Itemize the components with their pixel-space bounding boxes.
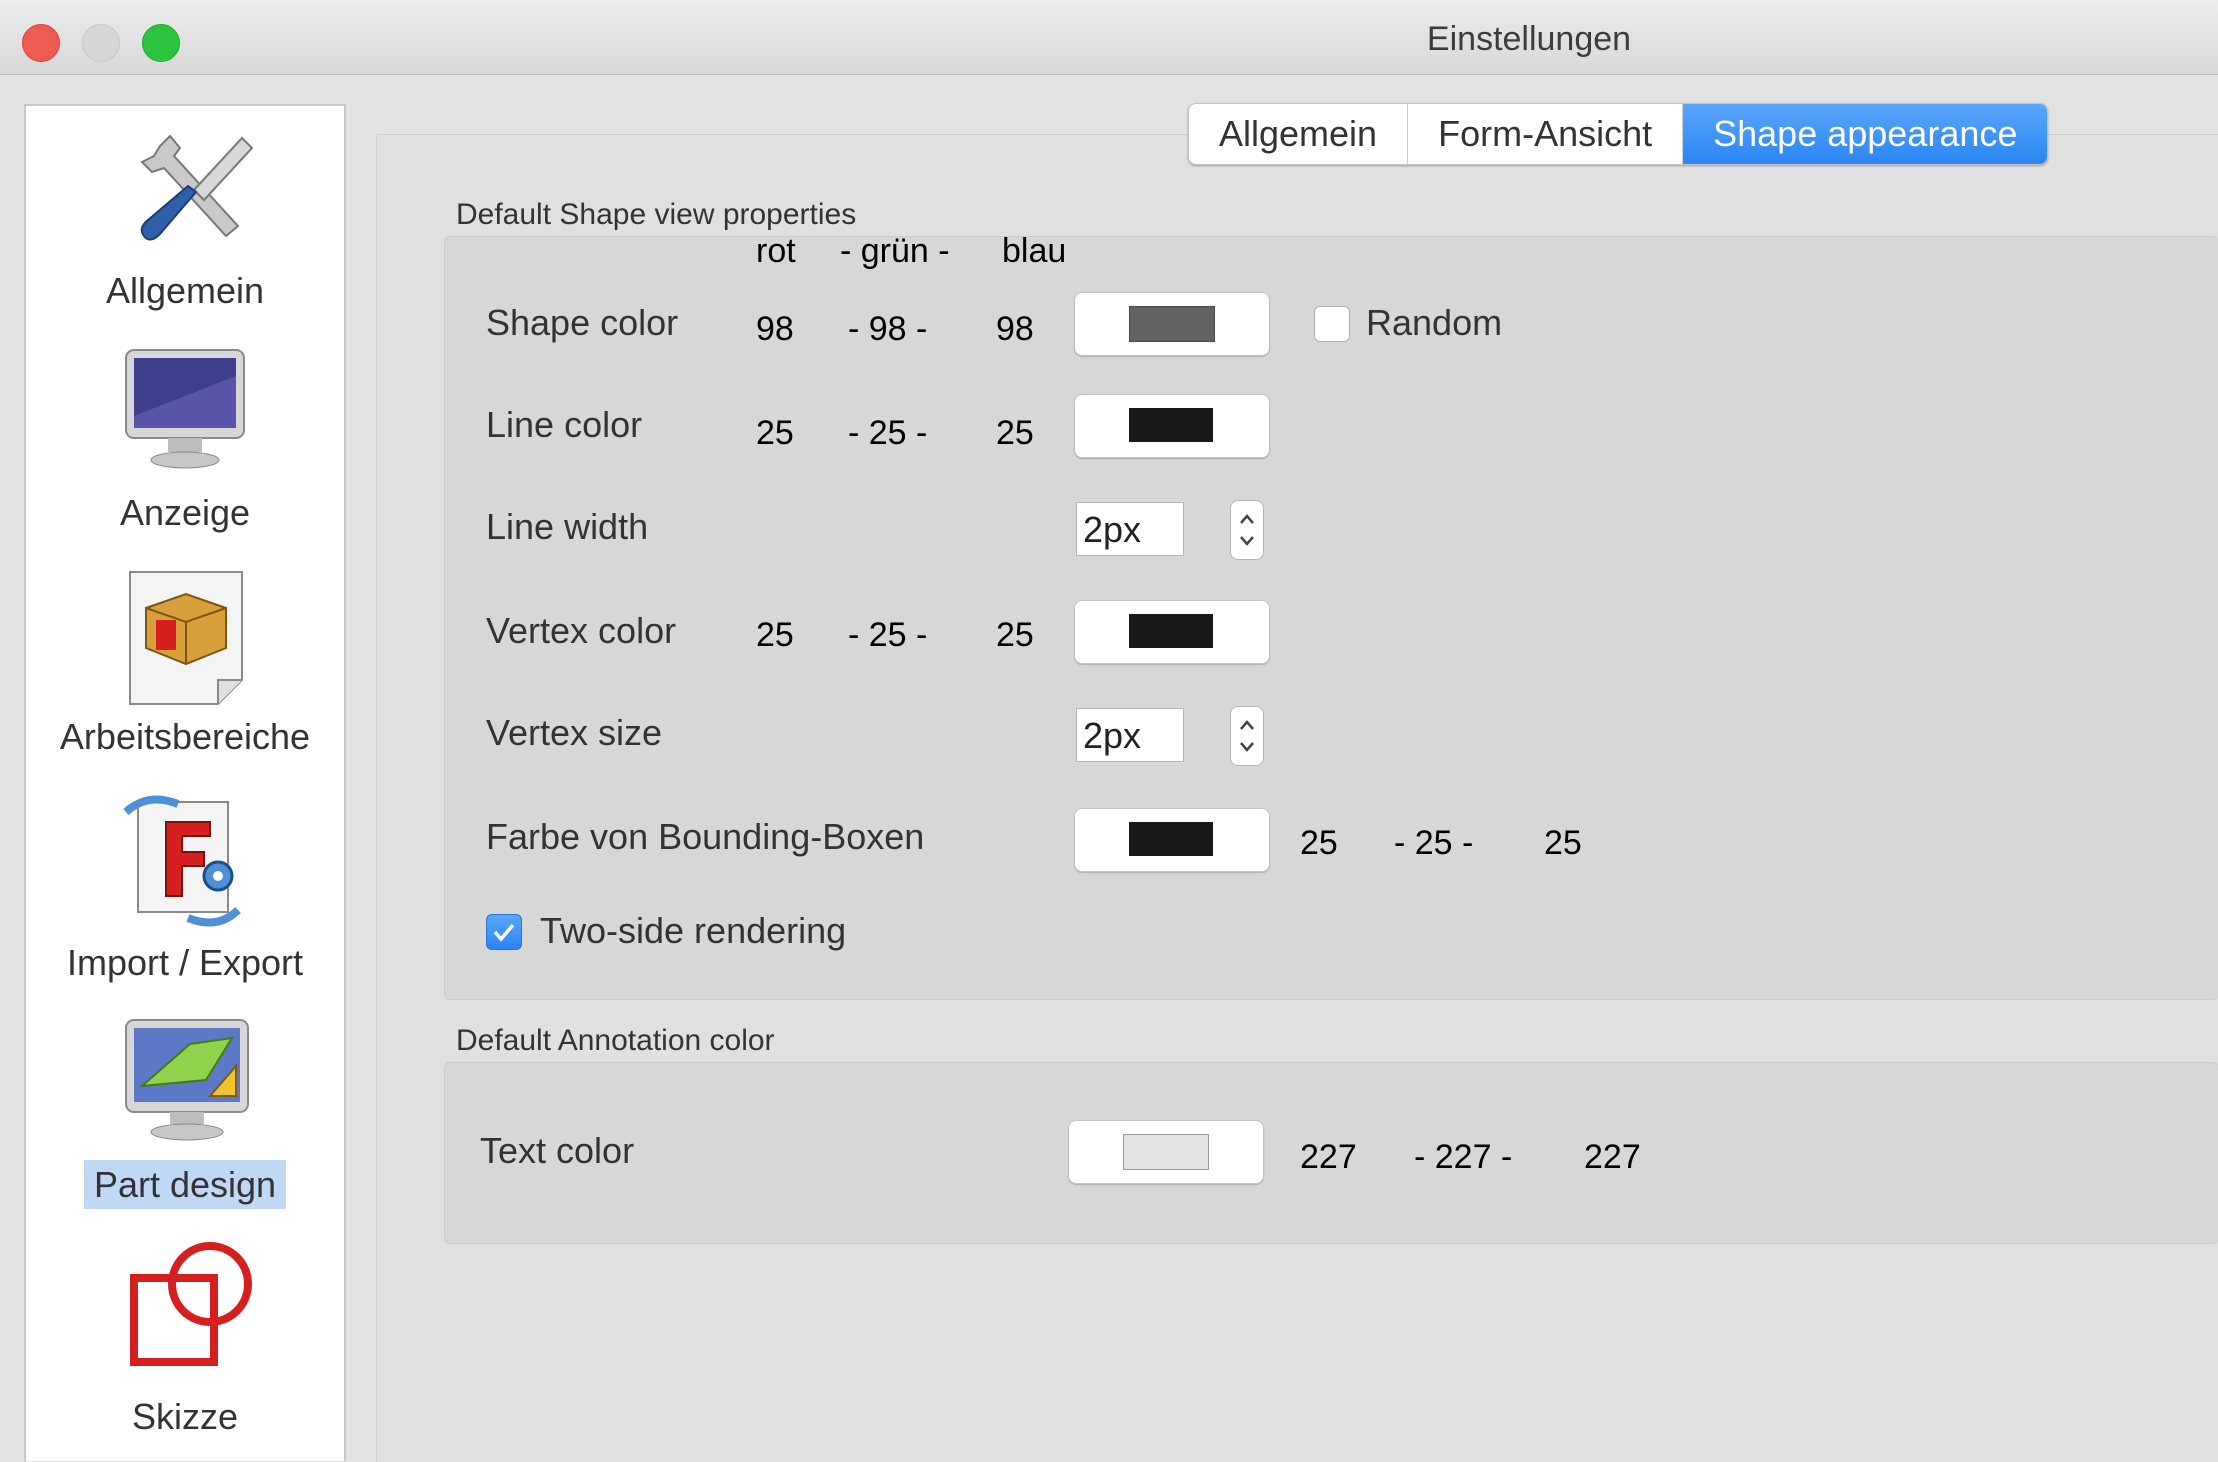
shape-color-b: 98 [996, 310, 1034, 348]
sketch-icon [130, 1242, 252, 1366]
tab-shape-appearance[interactable]: Shape appearance [1683, 104, 2048, 164]
shape-color-g: - 98 - [848, 310, 928, 348]
bbox-color-r: 25 [1300, 824, 1338, 862]
vertex-color-swatch [1129, 614, 1213, 648]
header-gruen: - grün - [840, 232, 950, 270]
line-color-g: - 25 - [848, 414, 928, 452]
bbox-color-swatch [1129, 822, 1213, 856]
sidebar-item-label: Skizze [131, 1396, 239, 1437]
text-color-r: 227 [1300, 1138, 1357, 1176]
vertex-color-g: - 25 - [848, 616, 928, 654]
header-rot: rot [756, 232, 796, 270]
vertex-size-stepper[interactable] [1230, 706, 1264, 766]
sidebar-item-label: Anzeige [119, 492, 251, 533]
title-bar: Einstellungen [0, 0, 2218, 75]
sidebar-item-label: Arbeitsbereiche [59, 716, 311, 757]
random-label: Random [1366, 302, 1503, 343]
line-width-label: Line width [486, 506, 649, 547]
text-color-label: Text color [480, 1130, 635, 1171]
sidebar-item-label-text: Part design [83, 1160, 287, 1209]
group-title-shape-view: Default Shape view properties [456, 198, 857, 231]
vertex-size-label: Vertex size [486, 712, 663, 753]
sidebar-item-label: Allgemein [105, 270, 265, 311]
stepper-arrows-icon [1240, 514, 1254, 546]
line-color-label: Line color [486, 404, 643, 445]
tools-icon [140, 134, 254, 241]
line-color-swatch [1129, 408, 1213, 442]
line-color-button[interactable] [1074, 394, 1270, 458]
vertex-color-r: 25 [756, 616, 794, 654]
sidebar-item-label: Part design [26, 1160, 344, 1209]
shape-color-button[interactable] [1074, 292, 1270, 356]
tab-form-ansicht[interactable]: Form-Ansicht [1408, 104, 1684, 164]
sidebar-item-label: Import / Export [66, 942, 304, 983]
header-blau: blau [1002, 232, 1067, 270]
stepper-arrows-icon [1240, 720, 1254, 752]
line-color-r: 25 [756, 414, 794, 452]
window-title: Einstellungen [1426, 20, 1632, 58]
shape-view-group [444, 236, 2218, 1000]
group-title-annotation: Default Annotation color [456, 1024, 775, 1057]
line-width-input[interactable]: 2px [1076, 502, 1184, 556]
shape-color-label: Shape color [486, 302, 679, 343]
bbox-color-g: - 25 - [1394, 824, 1474, 862]
part-design-icon [125, 1019, 249, 1141]
text-color-swatch [1123, 1134, 1209, 1170]
import-export-icon [123, 795, 241, 927]
bbox-color-b: 25 [1544, 824, 1582, 862]
random-checkbox[interactable] [1314, 306, 1350, 342]
shape-color-r: 98 [756, 310, 794, 348]
vertex-color-button[interactable] [1074, 600, 1270, 664]
line-width-stepper[interactable] [1230, 500, 1264, 560]
preferences-sidebar: Allgemein Anzeige Arbeitsbereiche Import… [24, 104, 346, 1461]
bbox-color-button[interactable] [1074, 808, 1270, 872]
vertex-color-label: Vertex color [486, 610, 677, 651]
two-side-rendering-label: Two-side rendering [540, 910, 847, 951]
tab-allgemein[interactable]: Allgemein [1189, 104, 1409, 164]
two-side-rendering-checkbox[interactable] [486, 914, 522, 950]
vertex-color-b: 25 [996, 616, 1034, 654]
shape-color-swatch [1129, 306, 1215, 342]
vertex-size-input[interactable]: 2px [1076, 708, 1184, 762]
text-color-b: 227 [1584, 1138, 1641, 1176]
line-color-b: 25 [996, 414, 1034, 452]
text-color-g: - 227 - [1414, 1138, 1513, 1176]
bbox-color-label: Farbe von Bounding-Boxen [486, 816, 925, 857]
text-color-button[interactable] [1068, 1120, 1264, 1184]
monitor-icon [125, 349, 245, 469]
workbench-box-icon [129, 571, 243, 705]
checkmark-icon [493, 923, 515, 942]
tab-bar: Allgemein Form-Ansicht Shape appearance [1188, 103, 2049, 165]
